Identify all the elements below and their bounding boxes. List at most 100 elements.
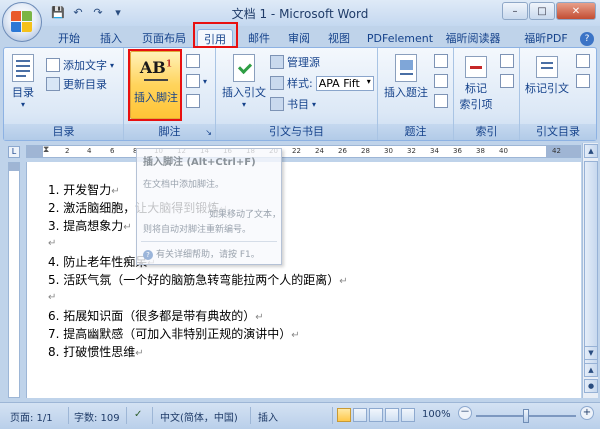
group-index: 标记 索引项 索引 <box>454 48 520 140</box>
scroll-thumb[interactable] <box>584 161 598 375</box>
tab-review[interactable]: 审阅 <box>282 29 316 48</box>
insert-citation-button[interactable]: 插入引文 ▾ <box>220 52 268 109</box>
web-layout-view-icon[interactable] <box>369 408 383 422</box>
toc-icon <box>12 54 34 82</box>
tab-references[interactable]: 引用 <box>197 29 233 48</box>
tooltip-line-2: 如果移动了文本， <box>209 210 282 220</box>
tab-page-layout[interactable]: 页面布局 <box>136 29 192 48</box>
bibliography-button[interactable]: 书目 ▾ <box>270 96 316 112</box>
zoom-in-button[interactable]: + <box>580 406 594 420</box>
doc-line-4[interactable]: ↵ <box>48 235 56 249</box>
tooltip-line-3: 则将自动对脚注重新编号。 <box>143 225 252 235</box>
scroll-up-icon[interactable]: ▲ <box>584 144 598 158</box>
tab-pdfelement[interactable]: PDFelement <box>363 29 437 48</box>
zoom-slider-thumb[interactable] <box>523 409 529 423</box>
show-notes-button[interactable] <box>186 94 200 108</box>
close-button[interactable]: ✕ <box>556 2 596 20</box>
zoom-level[interactable]: 100% <box>422 409 451 420</box>
cross-reference-button[interactable] <box>434 94 448 108</box>
scroll-down-icon[interactable]: ▼ <box>584 346 598 360</box>
doc-line-1[interactable]: 1. 开发智力↵ <box>48 181 120 198</box>
tab-foxit-pdf[interactable]: 福昕PDF <box>516 29 576 48</box>
insert-endnote-button[interactable] <box>186 54 200 68</box>
outline-view-icon[interactable] <box>385 408 399 422</box>
vertical-scrollbar[interactable]: ▲ ▼ ▲ ● <box>582 143 598 398</box>
tooltip-help: ? 有关详细帮助，请按 F1。 <box>143 247 260 260</box>
insert-citation-label: 插入引文 <box>222 86 266 99</box>
tab-view[interactable]: 视图 <box>322 29 356 48</box>
manage-sources-icon <box>270 55 284 69</box>
language-indicator[interactable]: 中文(简体，中国) <box>160 409 238 424</box>
mark-citation-button[interactable]: 标记引文 <box>522 52 572 96</box>
vertical-ruler[interactable] <box>8 162 20 398</box>
toc-label: 目录 <box>12 86 34 99</box>
group-citations: 插入引文 ▾ 管理源 样式: APA Fift ▾ 书目 ▾ 引文与书目 <box>216 48 378 140</box>
citation-icon <box>233 54 255 82</box>
doc-line-7[interactable]: ↵ <box>48 289 56 303</box>
doc-line-8[interactable]: 6. 拓展知识面（很多都是带有典故的）↵ <box>48 307 264 324</box>
update-table-button[interactable] <box>434 74 448 88</box>
proofing-icon[interactable]: ✓ <box>134 409 142 420</box>
next-footnote-button[interactable]: ▾ <box>186 74 207 88</box>
insert-caption-button[interactable]: 插入题注 <box>382 52 430 100</box>
group-toc: 目录 ▾ 添加文字 ▾ 更新目录 目录 <box>4 48 124 140</box>
group-captions: 插入题注 题注 <box>378 48 454 140</box>
minimize-button[interactable]: – <box>502 2 528 20</box>
footnote-tooltip: 插入脚注 (Alt+Ctrl+F) 在文档中添加脚注。 如果移动了文本， 则将自… <box>136 148 282 265</box>
tab-foxit-reader[interactable]: 福昕阅读器 <box>442 29 504 48</box>
maximize-button[interactable]: □ <box>529 2 555 20</box>
update-index-button[interactable] <box>500 74 514 88</box>
word-count[interactable]: 字数: 109 <box>74 409 120 424</box>
prev-page-icon[interactable]: ▲ <box>584 363 598 377</box>
insert-index-icon <box>500 54 514 68</box>
group-label-toc: 目录 <box>4 124 123 140</box>
doc-line-3[interactable]: 3. 提高想象力↵ <box>48 217 132 234</box>
office-button[interactable] <box>2 2 42 42</box>
caption-icon <box>395 54 417 82</box>
update-toa-button[interactable] <box>576 74 590 88</box>
mark-entry-button[interactable]: 标记 索引项 <box>456 52 496 112</box>
full-screen-reading-view-icon[interactable] <box>353 408 367 422</box>
update-toc-button[interactable]: 更新目录 <box>46 76 107 92</box>
tab-selector-icon[interactable]: L <box>8 146 20 158</box>
document-page[interactable]: 1. 开发智力↵ 2. 激活脑细胞，让大脑得到锻炼↵ 3. 提高想象力↵ ↵ 4… <box>26 162 581 398</box>
doc-line-6[interactable]: 5. 活跃气氛（一个好的脑筋急转弯能拉两个人的距离）↵ <box>48 271 348 288</box>
tooltip-title: 插入脚注 (Alt+Ctrl+F) <box>143 157 256 168</box>
insert-index-button[interactable] <box>500 54 514 68</box>
add-text-button[interactable]: 添加文字 ▾ <box>46 57 114 73</box>
endnote-icon <box>186 54 200 68</box>
toc-dropdown-icon: ▾ <box>20 100 25 109</box>
footnote-icon: AB1 <box>139 58 173 77</box>
style-select-row: 样式: APA Fift ▾ <box>270 75 374 91</box>
doc-line-9[interactable]: 7. 提高幽默感（可加入非特别正规的演讲中）↵ <box>48 325 300 342</box>
insert-caption-label: 插入题注 <box>384 86 428 99</box>
select-browse-object-icon[interactable]: ● <box>584 379 598 393</box>
draft-view-icon[interactable] <box>401 408 415 422</box>
toc-button[interactable]: 目录 ▾ <box>8 52 38 109</box>
insert-toa-button[interactable] <box>576 54 590 68</box>
indent-marker-icon[interactable]: ⧗ <box>43 145 49 155</box>
bibliography-label: 书目 <box>287 98 309 111</box>
tab-mailings[interactable]: 邮件 <box>242 29 276 48</box>
style-select[interactable]: APA Fift ▾ <box>315 75 374 91</box>
status-bar: 页面: 1/1 字数: 109 ✓ 中文(简体，中国) 插入 100% － + <box>0 402 600 429</box>
insert-footnote-button[interactable]: AB1 插入脚注 <box>130 51 182 119</box>
insert-mode-indicator[interactable]: 插入 <box>258 409 278 424</box>
print-layout-view-icon[interactable] <box>337 408 351 422</box>
horizontal-ruler[interactable]: ⧗ 2 4 6 8 10 12 14 16 18 20 22 24 26 28 … <box>26 145 581 158</box>
update-toa-icon <box>576 74 590 88</box>
zoom-out-button[interactable]: － <box>458 406 472 420</box>
insert-table-of-figures-button[interactable] <box>434 54 448 68</box>
footnote-dialog-launcher-icon[interactable]: ↘ <box>205 128 212 137</box>
group-toa: 标记引文 引文目录 <box>520 48 596 140</box>
title-bar: 💾 ↶ ↷ ▾ 文档 1 - Microsoft Word – □ ✕ <box>0 0 600 42</box>
help-icon[interactable]: ? <box>580 32 594 46</box>
manage-sources-button[interactable]: 管理源 <box>270 54 320 70</box>
update-toc-label: 更新目录 <box>63 78 107 91</box>
tab-insert[interactable]: 插入 <box>94 29 128 48</box>
doc-line-10[interactable]: 8. 打破惯性思维↵ <box>48 343 144 360</box>
page-indicator[interactable]: 页面: 1/1 <box>10 409 53 424</box>
add-text-icon <box>46 58 60 72</box>
update-index-icon <box>500 74 514 88</box>
tab-home[interactable]: 开始 <box>52 29 86 48</box>
